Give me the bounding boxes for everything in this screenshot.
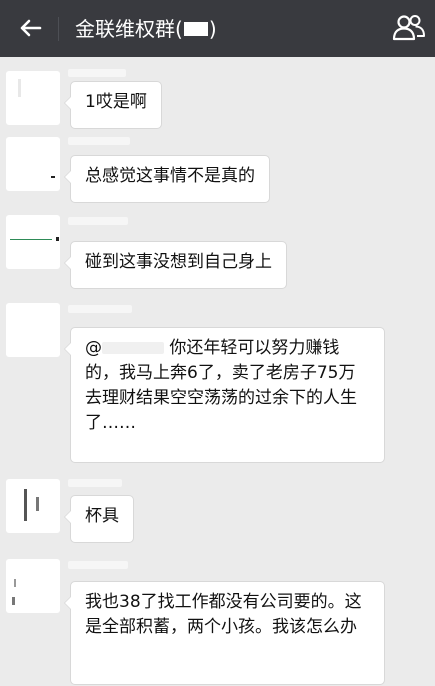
sender-name-redacted — [68, 479, 122, 487]
avatar[interactable] — [6, 303, 60, 357]
message-text: 我也38了找工作都没有公司要的。这是全部积蓄，两个小孩。我该怎么办 — [85, 592, 362, 637]
top-bar: 金联维权群() — [0, 0, 435, 57]
avatar[interactable] — [6, 559, 60, 613]
avatar[interactable] — [6, 215, 60, 269]
chat-title-suffix: ) — [208, 17, 217, 41]
sender-name-redacted — [68, 305, 132, 313]
chat-area[interactable]: 1哎是啊 总感觉这事情不是真的 碰到这事没想到自己身上 @ 你还年轻可以努力赚钱… — [0, 57, 435, 686]
header-divider — [58, 17, 59, 41]
sender-name-redacted — [68, 69, 126, 77]
sender-name-redacted — [68, 217, 128, 225]
redacted-count — [183, 22, 208, 36]
message-bubble[interactable]: 1哎是啊 — [64, 81, 162, 129]
avatar[interactable] — [6, 137, 60, 191]
message-text: 碰到这事没想到自己身上 — [85, 252, 272, 272]
group-members-icon[interactable] — [391, 12, 427, 44]
mention-at: @ — [85, 338, 102, 358]
sender-name-redacted — [68, 561, 128, 569]
message-bubble[interactable]: 杯具 — [64, 495, 134, 543]
mention-name-redacted — [102, 342, 164, 354]
avatar[interactable] — [6, 71, 60, 125]
avatar[interactable] — [6, 479, 60, 533]
message-text: 总感觉这事情不是真的 — [85, 166, 255, 186]
chat-title: 金联维权群() — [75, 15, 217, 43]
message-bubble[interactable]: @ 你还年轻可以努力赚钱的，我马上奔6了，卖了老房子75万去理财结果空空荡荡的过… — [64, 327, 385, 463]
sender-name-redacted — [68, 137, 130, 145]
chat-title-text: 金联维权群( — [75, 17, 183, 41]
message-bubble[interactable]: 碰到这事没想到自己身上 — [64, 241, 287, 289]
message-bubble[interactable]: 总感觉这事情不是真的 — [64, 155, 270, 203]
message-text: 杯具 — [85, 506, 119, 526]
arrow-left-icon[interactable] — [16, 14, 44, 42]
message-text: 1哎是啊 — [85, 92, 147, 112]
message-bubble[interactable]: 我也38了找工作都没有公司要的。这是全部积蓄，两个小孩。我该怎么办 — [64, 581, 385, 685]
